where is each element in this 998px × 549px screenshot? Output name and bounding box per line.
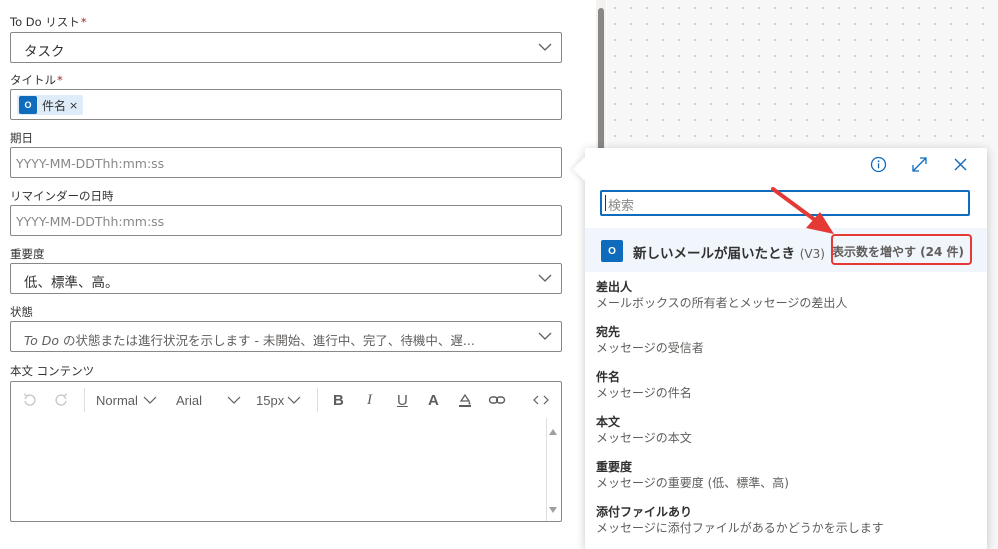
dynamic-content-item-to[interactable]: 宛先 メッセージの受信者 — [596, 325, 976, 370]
font-color-icon[interactable]: A — [428, 391, 439, 409]
search-placeholder: 検索 — [608, 199, 635, 214]
code-view-icon[interactable] — [533, 391, 549, 409]
chevron-down-icon — [538, 332, 552, 340]
close-icon[interactable] — [952, 156, 969, 173]
dynamic-content-item-importance[interactable]: 重要度 メッセージの重要度 (低、標準、高) — [596, 460, 976, 505]
item-title: 件名 — [596, 370, 621, 384]
reminder-field[interactable]: YYYY-MM-DDThh:mm:ss — [10, 205, 562, 236]
highlight-color-icon[interactable] — [457, 391, 473, 409]
font-family-select[interactable]: Arial — [176, 391, 241, 409]
link-icon[interactable] — [488, 391, 506, 409]
dynamic-content-item-from[interactable]: 差出人 メールボックスの所有者とメッセージの差出人 — [596, 280, 976, 325]
item-title: 重要度 — [596, 460, 633, 474]
font-size-select[interactable]: 15px — [256, 391, 301, 409]
outlook-icon: O — [19, 96, 37, 114]
status-placeholder-rest: の状態または進行状況を示します - 未開始、進行中、完了、待機中、遅... — [59, 333, 475, 348]
item-title: 宛先 — [596, 325, 621, 339]
text-caret — [605, 195, 606, 211]
reminder-placeholder: YYYY-MM-DDThh:mm:ss — [16, 214, 165, 229]
item-description: メッセージの本文 — [596, 431, 692, 445]
chevron-down-icon — [143, 396, 157, 404]
due-date-field[interactable]: YYYY-MM-DDThh:mm:ss — [10, 147, 562, 178]
trigger-title: 新しいメールが届いたとき (V3) — [633, 242, 825, 262]
search-input[interactable]: 検索 — [600, 190, 970, 216]
action-form: To Do リスト* タスク タイトル* O 件名 × 期日 YYYY-MM-D… — [0, 0, 595, 549]
item-description: メッセージの受信者 — [596, 341, 704, 355]
item-description: メッセージに添付ファイルがあるかどうかを示します — [596, 521, 884, 535]
status-dropdown[interactable]: To Do の状態または進行状況を示します - 未開始、進行中、完了、待機中、遅… — [10, 321, 562, 352]
subject-token[interactable]: O 件名 × — [17, 95, 84, 115]
due-date-label: 期日 — [10, 131, 33, 145]
item-description: メッセージの件名 — [596, 386, 692, 400]
required-marker: * — [80, 15, 87, 29]
required-marker: * — [57, 73, 63, 87]
info-icon[interactable] — [870, 156, 887, 173]
outlook-icon: O — [601, 240, 623, 262]
status-label: 状態 — [10, 305, 33, 319]
title-field[interactable]: O 件名 × — [10, 89, 562, 120]
expand-icon[interactable] — [911, 156, 928, 173]
bold-icon[interactable]: B — [333, 391, 344, 409]
font-size-value: 15px — [256, 392, 285, 408]
item-description: メールボックスの所有者とメッセージの差出人 — [596, 296, 848, 310]
chevron-down-icon — [227, 396, 241, 404]
due-date-placeholder: YYYY-MM-DDThh:mm:ss — [16, 156, 165, 171]
todo-list-value: タスク — [24, 44, 65, 60]
body-rich-text-editor[interactable]: Normal Arial 15px B I U A — [10, 381, 562, 522]
font-family-value: Arial — [176, 392, 203, 408]
trigger-version: (V3) — [799, 247, 825, 261]
chevron-down-icon — [287, 396, 301, 404]
undo-icon[interactable] — [22, 391, 38, 409]
status-placeholder-em: To Do — [24, 333, 59, 348]
title-label: タイトル* — [10, 72, 63, 88]
scroll-up-icon[interactable] — [549, 429, 557, 435]
item-title: 添付ファイルあり — [596, 505, 693, 519]
importance-value: 低、標準、高。 — [24, 275, 119, 291]
item-description: メッセージの重要度 (低、標準、高) — [596, 476, 789, 490]
dynamic-content-item-body[interactable]: 本文 メッセージの本文 — [596, 415, 976, 460]
toolbar-divider — [84, 388, 85, 412]
editor-toolbar: Normal Arial 15px B I U A — [11, 382, 561, 418]
todo-list-label-text: To Do リスト — [10, 15, 80, 29]
popup-header-actions — [870, 156, 969, 173]
importance-label: 重要度 — [10, 247, 45, 261]
remove-token-icon[interactable]: × — [69, 99, 78, 112]
importance-dropdown[interactable]: 低、標準、高。 — [10, 263, 562, 294]
annotation-highlight-box — [831, 234, 972, 265]
toolbar-divider — [317, 388, 318, 412]
dynamic-content-item-subject[interactable]: 件名 メッセージの件名 — [596, 370, 976, 415]
font-style-select[interactable]: Normal — [96, 391, 157, 409]
status-placeholder: To Do の状態または進行状況を示します - 未開始、進行中、完了、待機中、遅… — [24, 330, 475, 349]
reminder-label: リマインダーの日時 — [10, 189, 114, 203]
dynamic-content-item-has-attachments[interactable]: 添付ファイルあり メッセージに添付ファイルがあるかどうかを示します — [596, 505, 976, 549]
chevron-down-icon — [538, 43, 552, 51]
italic-icon[interactable]: I — [367, 391, 372, 409]
item-title: 本文 — [596, 415, 621, 429]
scroll-down-icon[interactable] — [549, 507, 557, 513]
todo-list-dropdown[interactable]: タスク — [10, 32, 562, 63]
chevron-down-icon — [538, 274, 552, 282]
editor-scrollbar-track — [546, 418, 547, 521]
trigger-title-text: 新しいメールが届いたとき — [633, 246, 795, 262]
title-label-text: タイトル — [10, 73, 56, 87]
subject-token-label: 件名 — [42, 98, 67, 113]
body-label: 本文 コンテンツ — [10, 364, 95, 378]
underline-icon[interactable]: U — [397, 391, 408, 409]
redo-icon[interactable] — [53, 391, 69, 409]
dynamic-content-list: 差出人 メールボックスの所有者とメッセージの差出人 宛先 メッセージの受信者 件… — [596, 280, 976, 549]
item-title: 差出人 — [596, 280, 633, 294]
font-style-value: Normal — [96, 392, 138, 408]
todo-list-label: To Do リスト* — [10, 14, 87, 30]
dynamic-content-popup: 検索 O 新しいメールが届いたとき (V3) 表示数を増やす (24 件) 差出… — [572, 148, 987, 549]
